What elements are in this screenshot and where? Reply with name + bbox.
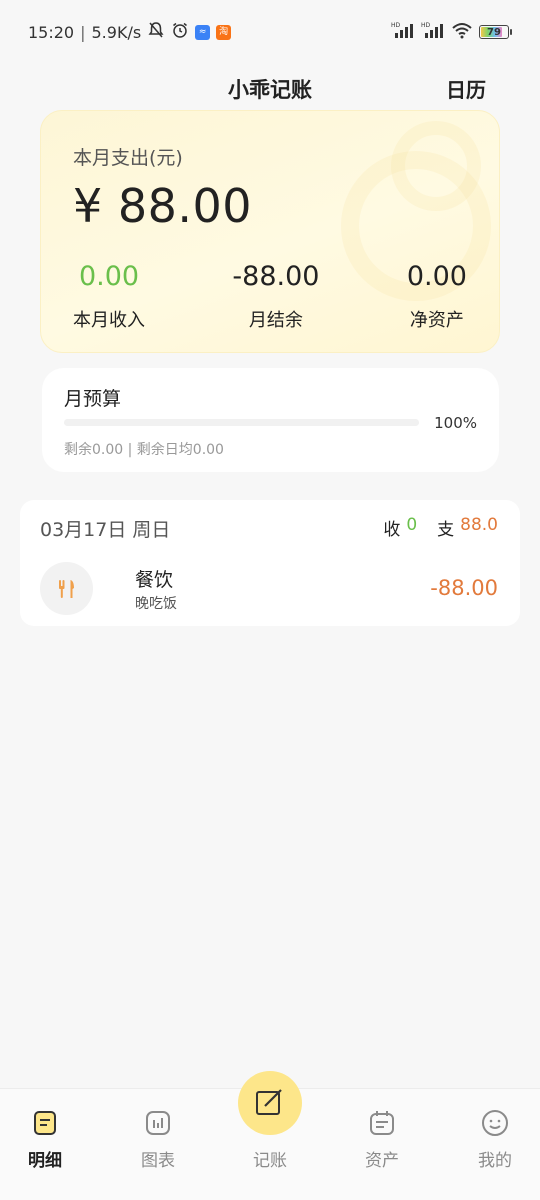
month-balance-label: 月结余 — [248, 310, 303, 331]
record-note: 晚吃饭 — [135, 596, 177, 612]
list-icon — [34, 1111, 56, 1135]
summary-stats: 0.00 本月收入 -88.00 月结余 0.00 净资产 — [41, 261, 499, 332]
day-expense-value: 88.0 — [460, 515, 498, 535]
budget-title: 月预算 — [64, 388, 122, 410]
list-item[interactable]: 餐饮 晚吃饭 -88.00 — [40, 562, 498, 616]
edit-icon — [256, 1089, 282, 1115]
fork-knife-icon — [40, 562, 93, 615]
budget-remaining: 剩余0.00 | 剩余日均0.00 — [64, 442, 224, 458]
add-record-button[interactable] — [238, 1071, 302, 1135]
day-summary: 收 0 支 88.0 — [383, 515, 498, 540]
tab-details-label: 明细 — [28, 1151, 62, 1171]
tab-profile-label: 我的 — [478, 1151, 512, 1171]
budget-progress-fill — [64, 419, 419, 426]
smile-icon — [482, 1110, 508, 1136]
app-notification-icon: ≈ — [195, 24, 211, 40]
net-assets-label: 净资产 — [409, 310, 464, 331]
month-expense-label: 本月支出(元) — [73, 147, 183, 169]
record-amount: -88.00 — [430, 576, 498, 600]
day-date: 03月17日 周日 — [40, 519, 171, 541]
svg-text:HD: HD — [421, 22, 431, 29]
month-balance-value: -88.00 — [232, 261, 320, 292]
wallet-icon — [370, 1111, 394, 1135]
month-expense-amount: ¥ 88.00 — [73, 179, 253, 233]
month-balance-stat: -88.00 月结余 — [232, 261, 319, 332]
day-income-value: 0 — [406, 515, 418, 535]
net-assets-stat: 0.00 净资产 — [407, 261, 467, 332]
budget-percent: 100% — [434, 414, 477, 432]
tab-details[interactable]: 明细 — [0, 1089, 99, 1171]
mute-bell-icon — [147, 21, 165, 43]
status-net-speed: 5.9K/s — [91, 22, 142, 42]
month-income-label: 本月收入 — [73, 310, 145, 331]
monthly-budget-card[interactable]: 月预算 100% 剩余0.00 | 剩余日均0.00 — [42, 368, 499, 472]
svg-text:HD: HD — [391, 22, 401, 29]
signal-hd-icon: HD — [391, 21, 415, 43]
add-record-label[interactable]: 记账 — [220, 1146, 320, 1171]
tab-assets-label: 资产 — [365, 1151, 399, 1171]
monthly-summary-card[interactable]: 本月支出(元) ¥ 88.00 0.00 本月收入 -88.00 月结余 0.0… — [40, 110, 500, 353]
taobao-icon: 淘 — [216, 24, 232, 40]
tab-charts[interactable]: 图表 — [104, 1089, 212, 1171]
decorative-circle-small — [391, 121, 481, 211]
status-time: 15:20 — [28, 22, 75, 42]
budget-progress-bar — [64, 419, 419, 426]
chart-icon — [146, 1111, 170, 1135]
signal-hd-icon-2: HD — [421, 21, 445, 43]
day-expense-label: 支 — [437, 520, 455, 540]
status-bar: 15:20 | 5.9K/s ≈ 淘 HD HD 79 — [0, 0, 540, 64]
day-record-group: 03月17日 周日 收 0 支 88.0 餐饮 晚吃饭 -88.00 — [20, 500, 520, 626]
alarm-clock-icon — [171, 21, 189, 43]
tab-charts-label: 图表 — [141, 1151, 175, 1171]
record-category: 餐饮 — [135, 569, 174, 591]
month-income-value: 0.00 — [78, 261, 140, 292]
tab-profile[interactable]: 我的 — [441, 1089, 540, 1171]
battery-icon: 79 — [479, 25, 512, 39]
calendar-button[interactable]: 日历 — [446, 74, 486, 103]
app-header: 小乖记账 日历 — [0, 66, 540, 110]
wifi-icon — [451, 21, 473, 43]
tab-assets[interactable]: 资产 — [328, 1089, 436, 1171]
month-income-stat: 0.00 本月收入 — [73, 261, 145, 332]
net-assets-value: 0.00 — [406, 261, 467, 292]
day-income-label: 收 — [383, 520, 401, 540]
